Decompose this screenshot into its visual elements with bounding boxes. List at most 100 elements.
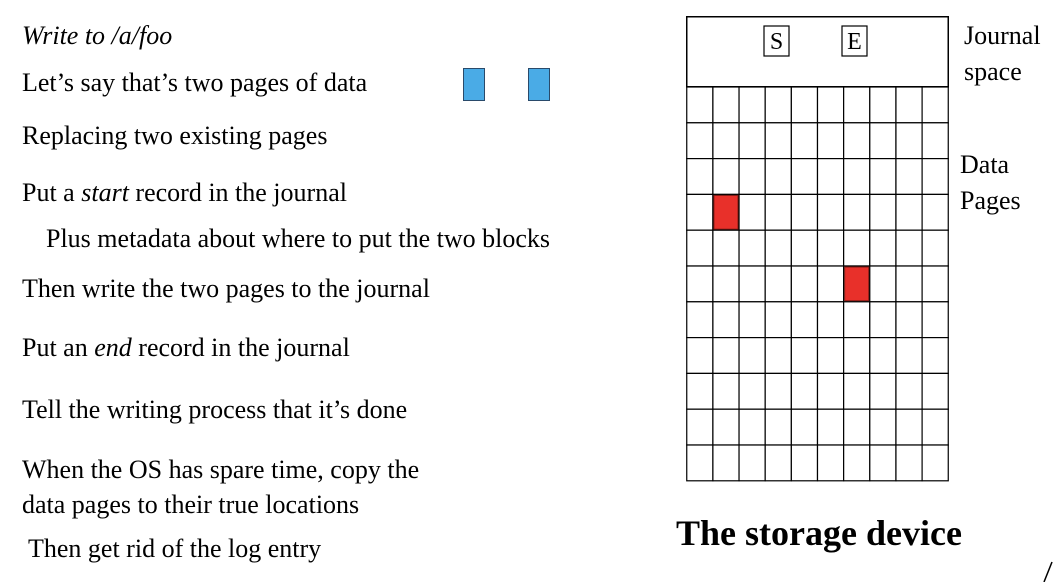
data-page-cell: [843, 372, 871, 410]
data-page-cell: [869, 372, 897, 410]
data-page-cell: [738, 444, 766, 482]
data-page-cell: [869, 193, 897, 231]
data-page-cell: [738, 408, 766, 446]
step-write-pages: Then write the two pages to the journal: [22, 274, 430, 303]
data-page-cell: [790, 122, 819, 160]
data-page-cell: [790, 337, 819, 375]
marked-data-page-fill: [844, 266, 870, 302]
step-end-emphasis: end: [94, 333, 132, 362]
data-page-cell: [712, 372, 740, 410]
data-page-cell: [712, 158, 740, 196]
step-start-emphasis: start: [81, 178, 129, 207]
step-end-record: Put an end record in the journal: [22, 333, 350, 363]
data-page-cell: [764, 122, 792, 160]
data-page-cell: [895, 337, 923, 375]
step-spare-line-2: data pages to their true locations: [22, 490, 360, 519]
journal-label-line-1: Journal: [964, 21, 1041, 50]
data-page-cell: [843, 193, 871, 231]
step-start-record: Put a start record in the journal: [22, 178, 347, 208]
data-page-cell: [790, 86, 819, 124]
data-page-cell: [869, 158, 897, 196]
storage-device-title: The storage device: [676, 513, 962, 553]
data-page-cell: [764, 265, 792, 303]
data-page-cell: [764, 229, 792, 267]
data-page-cell: [738, 86, 766, 124]
data-page-icon-2: [528, 68, 550, 101]
data-page-cell: [843, 229, 871, 267]
data-page-cell: [790, 444, 819, 482]
data-page-cell: [921, 86, 949, 124]
data-page-cell: [686, 86, 714, 124]
step-write: Write to /a/foo: [22, 21, 173, 50]
data-page-cell: [921, 158, 949, 196]
data-page-cell: [921, 337, 949, 375]
data-page-cell: [816, 408, 845, 446]
data-page-cell: [686, 265, 714, 303]
journal-label-line-2: space: [964, 57, 1022, 86]
data-page-cell: [790, 158, 819, 196]
data-page-cell: [790, 193, 819, 231]
data-page-cell: [843, 444, 871, 482]
data-page-cell: [764, 301, 792, 339]
data-page-cell: [738, 265, 766, 303]
data-page-cell: [686, 337, 714, 375]
data-page-cell: [895, 193, 923, 231]
data-page-cell: [816, 372, 845, 410]
data-page-cell: [686, 193, 714, 231]
data-page-cell: [686, 408, 714, 446]
data-page-cell: [869, 122, 897, 160]
data-page-cell: [816, 86, 845, 124]
data-page-cell: [764, 444, 792, 482]
data-page-cell: [764, 158, 792, 196]
journal-space-box: [686, 16, 949, 88]
data-page-cell: [843, 158, 871, 196]
step-spare-line-1: When the OS has spare time, copy the: [22, 455, 420, 484]
data-page-cell: [738, 301, 766, 339]
data-page-cell: [738, 337, 766, 375]
data-page-cell: [712, 444, 740, 482]
data-page-cell: [764, 193, 792, 231]
data-page-cell: [895, 301, 923, 339]
data-page-cell: [921, 193, 949, 231]
data-page-cell: [764, 372, 792, 410]
data-page-cell: [816, 193, 845, 231]
step-start-suffix: record in the journal: [128, 178, 347, 207]
data-page-cell: [686, 122, 714, 160]
data-page-cell: [895, 229, 923, 267]
data-page-cell: [843, 301, 871, 339]
data-page-cell: [869, 86, 897, 124]
data-page-cell: [686, 158, 714, 196]
data-label-line-2: Pages: [960, 186, 1021, 215]
data-page-cell: [895, 86, 923, 124]
data-page-cell: [738, 372, 766, 410]
step-tell: Tell the writing process that it’s done: [22, 395, 408, 424]
step-two-pages: Let’s say that’s two pages of data: [22, 68, 368, 97]
data-page-icon-1: [463, 68, 485, 101]
data-page-cell: [686, 301, 714, 339]
data-page-cell: [843, 122, 871, 160]
data-page-cell: [686, 372, 714, 410]
data-page-cell: [843, 408, 871, 446]
step-start-prefix: Put a: [22, 178, 82, 207]
data-page-cell: [816, 229, 845, 267]
data-page-cell: [895, 372, 923, 410]
data-page-cell: [712, 86, 740, 124]
data-page-cell: [790, 372, 819, 410]
end-marker: E: [847, 29, 862, 55]
data-page-cell: [764, 337, 792, 375]
data-pages-grid: [686, 86, 949, 482]
data-page-cell: [816, 158, 845, 196]
data-page-cell: [686, 229, 714, 267]
data-page-cell: [869, 229, 897, 267]
data-page-cell: [790, 408, 819, 446]
data-page-cell: [869, 444, 897, 482]
step-end-prefix: Put an: [22, 333, 95, 362]
data-page-cell: [686, 444, 714, 482]
data-page-cell: [816, 122, 845, 160]
data-page-cell: [712, 122, 740, 160]
data-page-cell: [816, 337, 845, 375]
start-marker: S: [770, 29, 783, 55]
data-page-cell: [790, 265, 819, 303]
data-page-cell: [738, 122, 766, 160]
data-label-line-1: Data: [960, 150, 1010, 179]
